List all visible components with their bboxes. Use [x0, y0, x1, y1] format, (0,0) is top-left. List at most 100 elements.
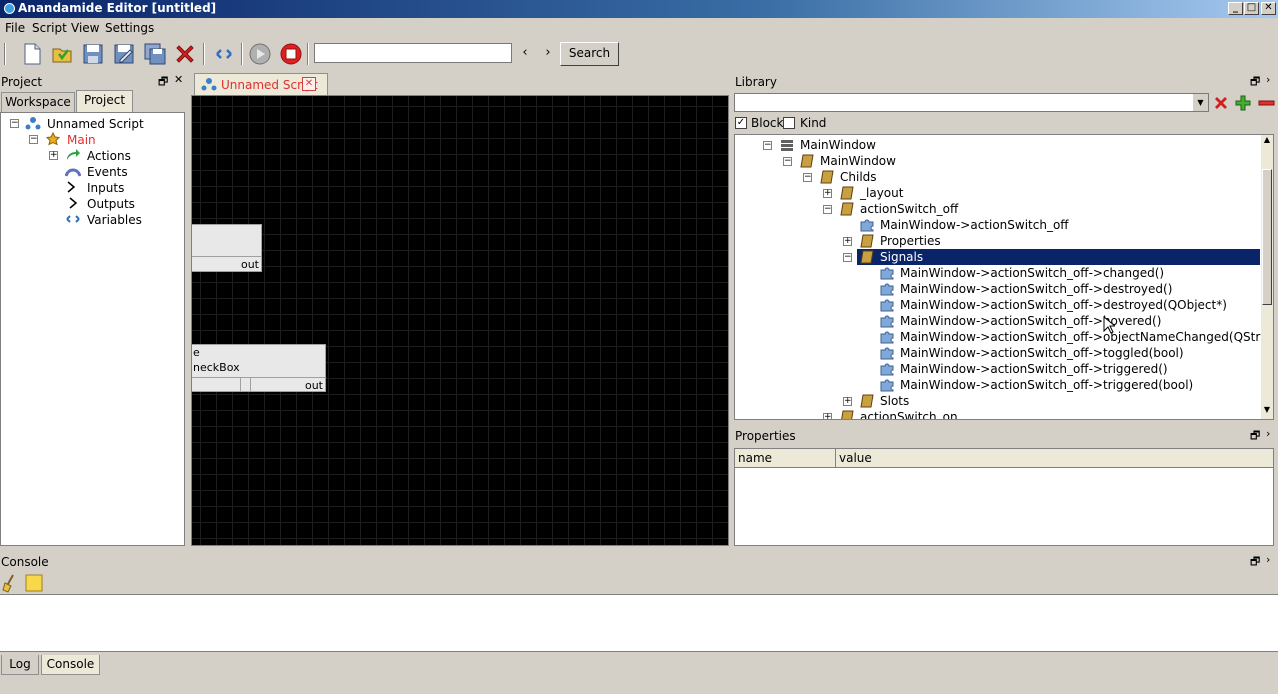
node-output-port[interactable]: out [241, 258, 259, 271]
column-name-header[interactable]: name [738, 451, 772, 465]
tree-item-events[interactable]: Events [1, 164, 181, 180]
tree-item[interactable]: + Slots [735, 393, 1260, 409]
tree-item-inputs[interactable]: Inputs [1, 180, 181, 196]
broom-icon[interactable] [1, 573, 21, 593]
dock-close-icon[interactable]: ✕ [174, 73, 183, 86]
collapse-icon[interactable]: − [843, 253, 852, 262]
delete-icon[interactable] [173, 42, 197, 66]
dock-collapse-icon[interactable]: › [1266, 427, 1270, 440]
collapse-icon[interactable]: − [823, 205, 832, 214]
tree-item-root[interactable]: − Unnamed Script [1, 116, 181, 132]
add-icon[interactable] [1233, 93, 1253, 113]
script-canvas[interactable]: out e neckBox out [191, 95, 729, 546]
search-prev-button[interactable]: ‹ [517, 44, 533, 62]
stop-icon[interactable] [279, 42, 303, 66]
dock-collapse-icon[interactable]: › [1266, 553, 1270, 566]
app-icon [4, 3, 15, 14]
signal-item[interactable]: MainWindow->actionSwitch_off->hovered() [735, 313, 1260, 329]
menu-view[interactable]: View [71, 21, 99, 35]
save-icon[interactable] [81, 42, 105, 66]
dock-float-icon[interactable]: 🗗 [1250, 427, 1260, 446]
tree-item-outputs[interactable]: Outputs [1, 196, 181, 212]
canvas-node[interactable]: e neckBox out [192, 344, 326, 392]
save-edit-icon[interactable] [112, 42, 136, 66]
signal-item[interactable]: MainWindow->actionSwitch_off->destroyed(… [735, 297, 1260, 313]
search-button[interactable]: Search [560, 42, 619, 66]
tab-workspace[interactable]: Workspace [1, 92, 75, 112]
kind-checkbox-label: Kind [800, 116, 827, 130]
menu-file[interactable]: File [5, 21, 25, 35]
run-icon[interactable] [248, 42, 272, 66]
editor-tab[interactable]: Unnamed Script ✕ [194, 73, 328, 95]
collapse-icon[interactable]: − [29, 135, 38, 144]
expand-icon[interactable]: + [843, 397, 852, 406]
block-checkbox[interactable]: ✓ [735, 117, 747, 129]
tree-item[interactable]: − MainWindow [735, 153, 1260, 169]
search-next-button[interactable]: › [540, 44, 556, 62]
column-value-header[interactable]: value [839, 451, 872, 465]
tree-item-selected[interactable]: − Signals [735, 249, 1260, 265]
open-file-icon[interactable] [50, 42, 74, 66]
minimize-button[interactable]: _ [1228, 2, 1243, 15]
remove-icon[interactable] [1256, 93, 1276, 113]
signal-item[interactable]: MainWindow->actionSwitch_off->destroyed(… [735, 281, 1260, 297]
tree-item-actions[interactable]: + Actions [1, 148, 181, 164]
tab-close-icon[interactable]: ✕ [302, 77, 316, 91]
close-button[interactable]: ✕ [1261, 2, 1276, 15]
link-icon[interactable] [212, 42, 236, 66]
menu-settings[interactable]: Settings [105, 21, 154, 35]
new-file-icon[interactable] [20, 42, 44, 66]
signal-item[interactable]: MainWindow->actionSwitch_off->toggled(bo… [735, 345, 1260, 361]
clear-filter-icon[interactable] [1211, 93, 1231, 113]
collapse-icon[interactable]: − [763, 141, 772, 150]
tab-console[interactable]: Console [41, 655, 100, 675]
tree-label: Main [67, 133, 96, 147]
save-all-icon[interactable] [143, 42, 167, 66]
scroll-down-icon[interactable]: ▼ [1261, 405, 1273, 417]
collapse-icon[interactable]: − [783, 157, 792, 166]
tree-item-variables[interactable]: Variables [1, 212, 181, 228]
collapse-icon[interactable]: − [10, 119, 19, 128]
tree-item[interactable]: + _layout [735, 185, 1260, 201]
note-icon[interactable] [24, 573, 44, 593]
console-output[interactable] [0, 594, 1278, 652]
signal-item[interactable]: MainWindow->actionSwitch_off->objectName… [735, 329, 1273, 345]
expand-icon[interactable]: + [823, 413, 832, 419]
tree-item[interactable]: − MainWindow [735, 137, 1260, 153]
events-icon [65, 168, 81, 177]
tree-label: MainWindow [820, 154, 896, 168]
library-filter-combo[interactable]: ▼ [734, 93, 1209, 112]
dock-float-icon[interactable]: 🗗 [1250, 73, 1260, 92]
dock-float-icon[interactable]: 🗗 [1250, 553, 1260, 572]
tree-label: MainWindow->actionSwitch_off->destroyed(… [900, 282, 1173, 296]
expand-icon[interactable]: + [49, 151, 58, 160]
library-scrollbar[interactable]: ▲ ▼ [1261, 135, 1273, 419]
chevron-down-icon[interactable]: ▼ [1193, 94, 1208, 111]
expand-icon[interactable]: + [843, 237, 852, 246]
tree-item[interactable]: MainWindow->actionSwitch_off [735, 217, 1260, 233]
tree-item[interactable]: − Childs [735, 169, 1260, 185]
canvas-node[interactable]: out [192, 224, 262, 272]
expand-icon[interactable]: + [823, 189, 832, 198]
tab-project[interactable]: Project [76, 90, 133, 112]
scroll-thumb[interactable] [1262, 169, 1272, 305]
tree-label: Unnamed Script [47, 117, 144, 131]
signal-item[interactable]: MainWindow->actionSwitch_off->triggered(… [735, 377, 1260, 393]
tree-item[interactable]: + Properties [735, 233, 1260, 249]
signal-item[interactable]: MainWindow->actionSwitch_off->triggered(… [735, 361, 1260, 377]
dock-float-icon[interactable]: 🗗 [158, 73, 168, 92]
book-icon [840, 202, 854, 216]
collapse-icon[interactable]: − [803, 173, 812, 182]
dock-collapse-icon[interactable]: › [1266, 73, 1270, 86]
tree-item-main[interactable]: − Main [1, 132, 181, 148]
signal-item[interactable]: MainWindow->actionSwitch_off->changed() [735, 265, 1260, 281]
maximize-button[interactable]: □ [1244, 2, 1259, 15]
search-input[interactable] [314, 43, 512, 63]
tree-item[interactable]: − actionSwitch_off [735, 201, 1260, 217]
menu-script[interactable]: Script [32, 21, 67, 35]
kind-checkbox[interactable] [783, 117, 795, 129]
tree-item[interactable]: + actionSwitch_on [735, 409, 1260, 419]
scroll-up-icon[interactable]: ▲ [1261, 135, 1273, 147]
node-output-port[interactable]: out [305, 379, 323, 392]
tab-log[interactable]: Log [1, 655, 39, 675]
